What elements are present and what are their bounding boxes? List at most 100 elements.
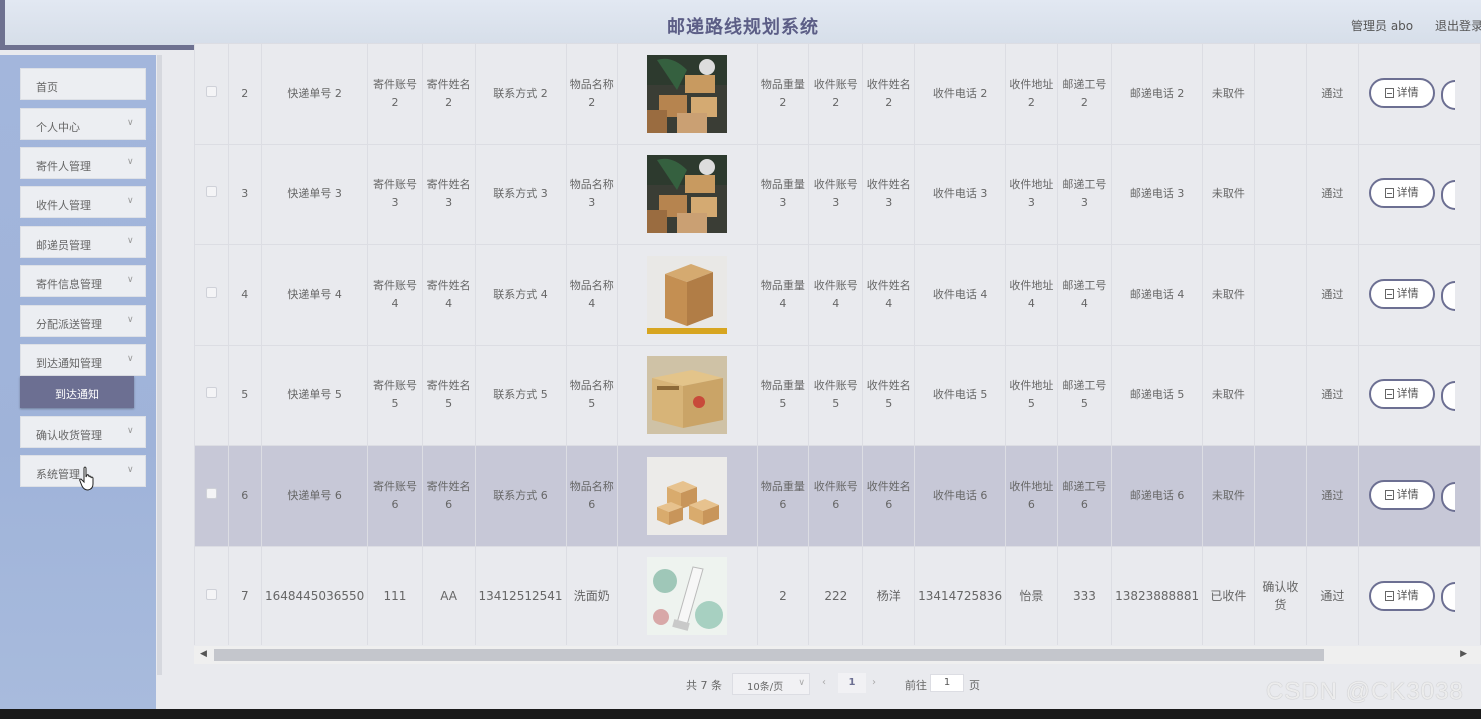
detail-button[interactable]: 详情 bbox=[1368, 278, 1435, 309]
cell-item_name: 物品名称 5 bbox=[565, 344, 619, 446]
chevron-down-icon: ∨ bbox=[798, 678, 805, 688]
chevron-down-icon: ∨ bbox=[127, 426, 134, 436]
cell-sender_name: 寄件姓名 5 bbox=[421, 344, 476, 446]
actions-cell: 详情 bbox=[1357, 43, 1481, 145]
cell-pickup_status: 未取件 bbox=[1202, 43, 1255, 145]
table-row[interactable]: 5 快递单号 5 寄件账号 5 寄件姓名 5 联系方式 5 物品名称 5 物品重量 5 收件账… bbox=[194, 344, 1481, 446]
row-checkbox-cell[interactable] bbox=[194, 445, 229, 547]
row-checkbox[interactable] bbox=[205, 387, 217, 399]
chevron-down-icon: ∨ bbox=[127, 157, 134, 167]
cell-item_name: 物品名称 4 bbox=[565, 244, 619, 346]
sidebar-item[interactable]: 确认收货管理 ∨ bbox=[20, 416, 146, 448]
row-checkbox[interactable] bbox=[205, 85, 217, 97]
cell-recv_name: 收件姓名 2 bbox=[862, 43, 916, 145]
detail-button[interactable]: 详情 bbox=[1368, 178, 1435, 209]
page-size-select[interactable]: 10条/页 ∨ bbox=[732, 673, 810, 695]
scroll-left-icon[interactable]: ◀ bbox=[200, 649, 207, 659]
sidebar-item-label: 首页 bbox=[36, 81, 58, 94]
cell-recv_account: 收件账号 2 bbox=[808, 43, 864, 145]
row-checkbox-cell[interactable] bbox=[194, 344, 229, 446]
page-size-value: 10条/页 bbox=[747, 682, 784, 693]
next-action-button[interactable] bbox=[1440, 180, 1455, 211]
next-page-icon[interactable]: › bbox=[872, 677, 876, 688]
scrollbar-thumb[interactable] bbox=[214, 649, 1324, 661]
detail-button[interactable]: 详情 bbox=[1368, 379, 1435, 410]
item-image bbox=[621, 356, 754, 435]
table-row[interactable]: 6 快递单号 6 寄件账号 6 寄件姓名 6 联系方式 6 物品名称 6 物品重量 6 收件账… bbox=[194, 445, 1481, 547]
row-index: 2 bbox=[227, 43, 262, 145]
table-row[interactable]: 3 快递单号 3 寄件账号 3 寄件姓名 3 联系方式 3 物品名称 3 物品重量 3 收件账… bbox=[194, 143, 1481, 245]
goto-label: 前往 bbox=[905, 679, 927, 692]
table-row[interactable]: 7 1648445036550 111 AA 13412512541 洗面奶 2 222 杨洋 1… bbox=[194, 545, 1481, 645]
cell-recv_phone: 收件电话 5 bbox=[914, 344, 1007, 446]
item-image bbox=[621, 255, 754, 334]
next-action-button[interactable] bbox=[1440, 280, 1455, 311]
sidebar-item[interactable]: 到达通知管理 ∨ bbox=[20, 344, 146, 376]
cell-contact: 联系方式 5 bbox=[474, 344, 567, 446]
sidebar-item-label: 确认收货管理 bbox=[36, 429, 102, 442]
row-index: 4 bbox=[227, 244, 262, 346]
row-checkbox[interactable] bbox=[205, 186, 217, 198]
detail-button[interactable]: 详情 bbox=[1368, 580, 1435, 611]
cell-courier_id: 邮递工号 2 bbox=[1056, 43, 1113, 145]
table-row[interactable]: 2 快递单号 2 寄件账号 2 寄件姓名 2 联系方式 2 物品名称 2 物品重量 2 收件账… bbox=[194, 43, 1481, 145]
scroll-right-icon[interactable]: ▶ bbox=[1460, 649, 1467, 659]
prev-page-icon[interactable]: ‹ bbox=[822, 677, 826, 688]
chevron-down-icon: ∨ bbox=[127, 118, 134, 128]
cell-item_name: 物品名称 6 bbox=[565, 445, 619, 547]
item-image-cell bbox=[617, 244, 758, 346]
logout-link[interactable]: 退出登录 bbox=[1435, 17, 1481, 34]
row-checkbox-cell[interactable] bbox=[194, 545, 229, 645]
hand-cursor-icon bbox=[79, 466, 94, 491]
row-checkbox[interactable] bbox=[205, 589, 217, 601]
cell-confirm bbox=[1253, 244, 1308, 346]
sidebar-item[interactable]: 收件人管理 ∨ bbox=[20, 186, 146, 218]
submenu-item-arrival-notice[interactable]: 到达通知 bbox=[20, 376, 134, 408]
row-checkbox[interactable] bbox=[205, 286, 217, 298]
sidebar-item[interactable]: 寄件人管理 ∨ bbox=[20, 147, 146, 179]
next-action-button[interactable] bbox=[1440, 481, 1455, 512]
row-checkbox[interactable] bbox=[205, 487, 217, 499]
cell-recv_account: 收件账号 5 bbox=[808, 344, 864, 446]
sidebar-item[interactable]: 个人中心 ∨ bbox=[20, 108, 146, 140]
row-checkbox-cell[interactable] bbox=[194, 143, 229, 245]
detail-button[interactable]: 详情 bbox=[1368, 77, 1435, 108]
sidebar-item-label: 寄件信息管理 bbox=[36, 278, 102, 291]
sidebar-scrollbar[interactable] bbox=[157, 55, 162, 675]
page-title: 邮递路线规划系统 bbox=[667, 17, 819, 38]
next-action-button[interactable] bbox=[1440, 79, 1455, 110]
item-image-cell bbox=[617, 143, 758, 245]
table-row[interactable]: 4 快递单号 4 寄件账号 4 寄件姓名 4 联系方式 4 物品名称 4 物品重量 4 收件账… bbox=[194, 244, 1481, 346]
page-number-current[interactable]: 1 bbox=[838, 673, 866, 693]
actions-cell: 详情 bbox=[1357, 344, 1481, 446]
cell-tracking: 1648445036550 bbox=[260, 545, 369, 645]
chevron-down-icon: ∨ bbox=[127, 465, 134, 475]
detail-label: 详情 bbox=[1396, 387, 1419, 401]
cell-sender_name: 寄件姓名 2 bbox=[421, 43, 476, 145]
document-icon bbox=[1384, 389, 1394, 400]
cell-recv_phone: 收件电话 6 bbox=[914, 445, 1007, 547]
chevron-down-icon: ∨ bbox=[127, 236, 134, 246]
cell-review: 通过 bbox=[1306, 244, 1359, 346]
cell-confirm bbox=[1253, 143, 1308, 245]
item-image-cell bbox=[617, 545, 758, 645]
cell-sender_account: 寄件账号 5 bbox=[367, 344, 423, 446]
next-action-button[interactable] bbox=[1440, 582, 1455, 612]
sidebar-item[interactable]: 首页 bbox=[20, 68, 146, 100]
row-checkbox-cell[interactable] bbox=[194, 244, 229, 346]
sidebar-item-label: 到达通知管理 bbox=[36, 357, 102, 370]
cell-item_name: 洗面奶 bbox=[565, 545, 619, 645]
cell-recv_phone: 收件电话 2 bbox=[914, 43, 1007, 145]
sidebar-item[interactable]: 寄件信息管理 ∨ bbox=[20, 265, 146, 297]
goto-page-input[interactable]: 1 bbox=[930, 674, 964, 692]
sidebar-item[interactable]: 邮递员管理 ∨ bbox=[20, 226, 146, 258]
detail-button[interactable]: 详情 bbox=[1368, 479, 1435, 510]
next-action-button[interactable] bbox=[1440, 381, 1455, 412]
actions-cell: 详情 bbox=[1357, 445, 1481, 547]
sidebar-item[interactable]: 分配派送管理 ∨ bbox=[20, 305, 146, 337]
horizontal-scrollbar[interactable]: ◀ ▶ bbox=[194, 646, 1481, 664]
row-checkbox-cell[interactable] bbox=[194, 43, 229, 145]
cell-recv_address: 收件地址 3 bbox=[1005, 143, 1058, 245]
detail-label: 详情 bbox=[1396, 588, 1419, 602]
cell-contact: 联系方式 4 bbox=[474, 244, 567, 346]
